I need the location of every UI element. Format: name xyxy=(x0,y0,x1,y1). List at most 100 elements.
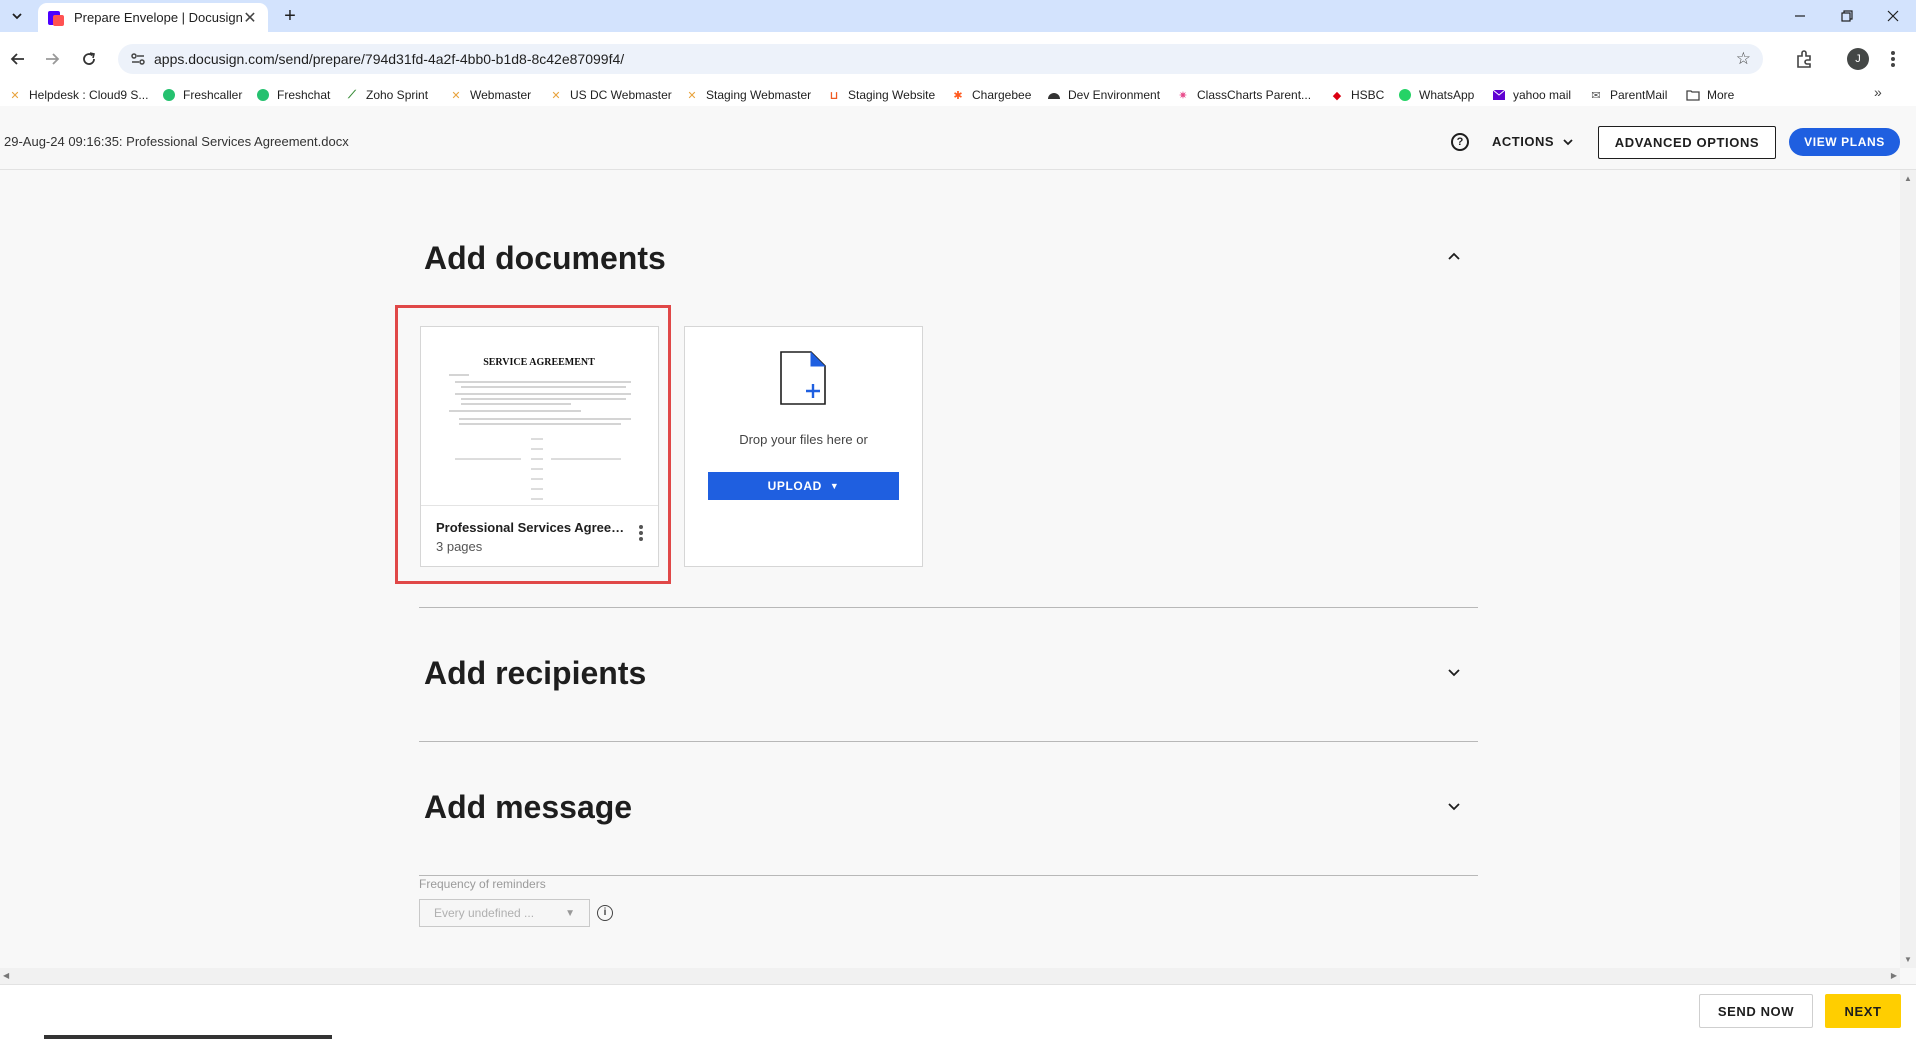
bookmark-label: Chargebee xyxy=(972,88,1032,102)
view-plans-button[interactable]: VIEW PLANS xyxy=(1789,128,1900,156)
bookmark-label: yahoo mail xyxy=(1513,88,1572,102)
thumbnail-heading: SERVICE AGREEMENT xyxy=(483,357,595,368)
new-tab-button[interactable]: + xyxy=(278,4,302,28)
bookmark-star-icon[interactable]: ☆ xyxy=(1736,49,1751,69)
caret-down-icon: ▼ xyxy=(565,907,575,919)
forward-button[interactable] xyxy=(40,47,64,71)
document-name[interactable]: Professional Services Agreem... xyxy=(436,520,631,535)
section-divider xyxy=(419,875,1478,876)
x-icon: ✕ xyxy=(451,89,461,102)
close-window-button[interactable] xyxy=(1870,0,1916,32)
bookmark-staging-website[interactable]: ⊔ Staging Website xyxy=(827,84,936,106)
scroll-up-icon[interactable]: ▲ xyxy=(1904,174,1912,183)
section-divider xyxy=(419,741,1478,742)
bookmark-chargebee[interactable]: ✱ Chargebee xyxy=(951,84,1031,106)
bookmarks-bar: ✕ Helpdesk : Cloud9 S... Freshcaller Fre… xyxy=(0,84,1916,106)
caret-down-icon: ▼ xyxy=(829,481,840,491)
send-now-button[interactable]: SEND NOW xyxy=(1699,994,1813,1028)
bookmark-freshcaller[interactable]: Freshcaller xyxy=(162,84,242,106)
bookmark-more-folder[interactable]: More xyxy=(1686,84,1734,106)
x-icon: ✕ xyxy=(687,89,697,102)
chevron-down-icon xyxy=(12,13,22,20)
bookmark-dev-environment[interactable]: Dev Environment xyxy=(1047,84,1160,106)
bookmark-label: WhatsApp xyxy=(1419,88,1475,102)
arrow-left-icon xyxy=(10,53,24,65)
sprint-icon: ⟋ xyxy=(348,88,356,101)
chevron-down-icon xyxy=(1448,669,1460,677)
x-icon: ✕ xyxy=(10,89,20,102)
bookmark-label: ParentMail xyxy=(1610,88,1668,102)
arrow-right-icon xyxy=(46,53,60,65)
next-button[interactable]: NEXT xyxy=(1825,994,1901,1028)
advanced-options-button[interactable]: ADVANCED OPTIONS xyxy=(1598,126,1776,159)
info-icon[interactable]: i xyxy=(597,905,613,921)
add-recipients-heading: Add recipients xyxy=(424,655,647,691)
document-thumbnail[interactable]: SERVICE AGREEMENT xyxy=(421,327,658,506)
document-menu-icon[interactable] xyxy=(633,523,649,543)
bookmark-label: US DC Webmaster xyxy=(570,88,672,102)
site-info-icon[interactable] xyxy=(130,51,146,67)
action-footer: SEND NOW NEXT xyxy=(0,984,1916,1039)
collapse-documents-button[interactable] xyxy=(1444,246,1464,266)
scroll-left-icon[interactable]: ◀ xyxy=(3,971,9,980)
back-button[interactable] xyxy=(6,47,30,71)
help-icon[interactable]: ? xyxy=(1451,133,1469,151)
dropzone-text: Drop your files here or xyxy=(739,432,868,447)
bookmark-freshchat[interactable]: Freshchat xyxy=(256,84,330,106)
chargebee-icon: ✱ xyxy=(953,89,963,102)
browser-tab-active[interactable]: Prepare Envelope | Docusign ✕ xyxy=(38,3,268,32)
star-icon: ✷ xyxy=(1178,89,1188,102)
bookmark-zoho-sprint[interactable]: ⟋ Zoho Sprint xyxy=(345,84,428,106)
upload-button[interactable]: UPLOAD ▼ xyxy=(708,472,899,500)
scroll-right-icon[interactable]: ▶ xyxy=(1891,971,1897,980)
section-divider xyxy=(419,607,1478,608)
bookmarks-overflow-icon[interactable]: » xyxy=(1874,84,1882,100)
bookmark-staging-webmaster[interactable]: ✕ Staging Webmaster xyxy=(685,84,811,106)
extensions-icon[interactable] xyxy=(1793,48,1815,70)
whatsapp-icon xyxy=(1398,88,1412,102)
bookmark-label: Dev Environment xyxy=(1068,88,1161,102)
bookmark-parentmail[interactable]: ✉ ParentMail xyxy=(1589,84,1667,106)
tab-close-icon[interactable]: ✕ xyxy=(242,8,258,28)
upload-dropzone[interactable]: Drop your files here or UPLOAD ▼ xyxy=(684,326,923,567)
bookmark-classcharts[interactable]: ✷ ClassCharts Parent... xyxy=(1176,84,1311,106)
browser-tab-bar: Prepare Envelope | Docusign ✕ + xyxy=(0,0,1916,32)
tab-title: Prepare Envelope | Docusign xyxy=(74,10,242,25)
restore-icon xyxy=(1841,10,1853,22)
taskbar-indicator xyxy=(44,1035,332,1039)
scroll-down-icon[interactable]: ▼ xyxy=(1904,955,1912,964)
add-message-heading: Add message xyxy=(424,789,633,825)
expand-message-button[interactable] xyxy=(1444,797,1464,817)
mail-icon xyxy=(1492,88,1506,102)
url-text: apps.docusign.com/send/prepare/794d31fd-… xyxy=(154,51,625,67)
reload-button[interactable] xyxy=(77,47,101,71)
envelope-title: 29-Aug-24 09:16:35: Professional Service… xyxy=(4,134,349,149)
reminder-frequency-label: Frequency of reminders xyxy=(419,877,546,891)
docusign-favicon-icon xyxy=(48,10,64,26)
bookmark-label: Staging Website xyxy=(848,88,936,102)
bookmark-yahoo-mail[interactable]: yahoo mail xyxy=(1492,84,1571,106)
bookmark-webmaster[interactable]: ✕ Webmaster xyxy=(449,84,531,106)
reminder-frequency-value: Every undefined ... xyxy=(434,906,535,920)
reload-icon xyxy=(83,52,95,65)
bookmark-hsbc[interactable]: ◆ HSBC xyxy=(1330,84,1385,106)
actions-menu[interactable]: ACTIONS xyxy=(1492,134,1574,149)
address-bar[interactable]: apps.docusign.com/send/prepare/794d31fd-… xyxy=(118,44,1763,74)
bookmark-helpdesk[interactable]: ✕ Helpdesk : Cloud9 S... xyxy=(8,84,148,106)
minimize-button[interactable] xyxy=(1777,0,1823,32)
bookmark-label: Freshchat xyxy=(277,88,331,102)
document-card[interactable]: SERVICE AGREEMENT Professional Services … xyxy=(420,326,659,567)
tab-search-button[interactable] xyxy=(6,5,28,27)
bookmark-whatsapp[interactable]: WhatsApp xyxy=(1398,84,1474,106)
horizontal-scrollbar[interactable]: ◀ ▶ xyxy=(0,968,1900,984)
gauge-icon xyxy=(1047,88,1061,102)
bookmark-us-dc-webmaster[interactable]: ✕ US DC Webmaster xyxy=(549,84,672,106)
folder-icon xyxy=(1686,88,1700,102)
profile-avatar[interactable]: J xyxy=(1847,48,1869,70)
reminder-frequency-select[interactable]: Every undefined ... ▼ xyxy=(419,899,590,927)
expand-recipients-button[interactable] xyxy=(1444,663,1464,683)
vertical-scrollbar[interactable]: ▲ ▼ xyxy=(1900,170,1916,968)
parentmail-icon: ✉ xyxy=(1591,89,1601,102)
browser-menu-icon[interactable] xyxy=(1885,47,1901,71)
restore-button[interactable] xyxy=(1824,0,1870,32)
